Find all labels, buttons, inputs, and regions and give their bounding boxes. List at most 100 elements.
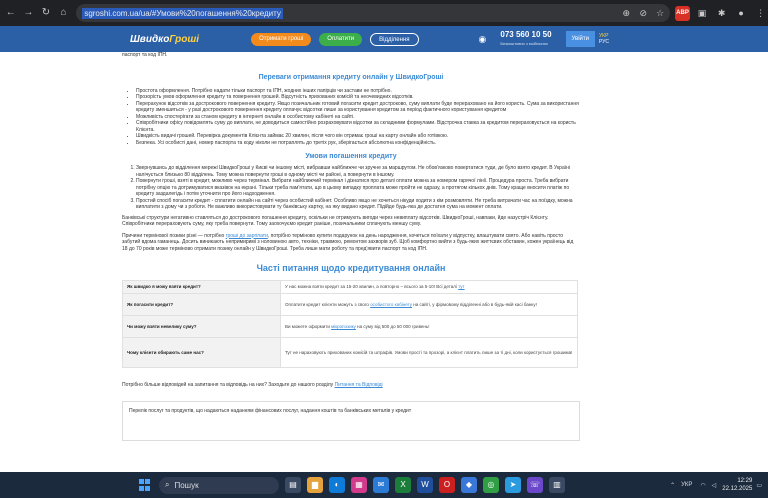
opera-icon[interactable]: O (439, 477, 455, 493)
faq-answer: Оплатити кредит клієнти можуть з свого о… (280, 293, 578, 316)
viber-icon[interactable]: ☏ (527, 477, 543, 493)
menu-icon[interactable]: ⋮ (753, 6, 768, 21)
faq-question: Як погасити кредит? (122, 293, 281, 316)
hotline-phone[interactable]: 073 560 10 50 Безкоштовно з мобільних (500, 30, 551, 48)
zoom-icon[interactable]: ⊕ (619, 6, 633, 20)
list-item: Простий спосіб погасити кредит - сплатит… (136, 198, 580, 211)
hide-icon[interactable]: ⊘ (636, 6, 650, 20)
forward-icon[interactable]: → (22, 6, 36, 20)
list-item: Звернувшись до відділення мережі ШвидкоГ… (136, 165, 580, 178)
advantages-heading: Переваги отримання кредиту онлайн у Швид… (258, 73, 444, 81)
login-button[interactable]: Увійти (565, 31, 595, 47)
chrome-icon[interactable]: ◎ (483, 477, 499, 493)
list-item: Перерахунок відсотків за дострокового по… (136, 101, 580, 114)
get-money-button[interactable]: Отримати гроші (251, 32, 312, 46)
clock[interactable]: 12:29 22.12.2025 (722, 477, 752, 493)
back-icon[interactable]: ← (4, 6, 18, 20)
services-text: Перелік послуг та продуктів, що надаютьс… (129, 407, 412, 414)
faq-answer-text: Оплатити кредит клієнти можуть з свого (285, 301, 371, 307)
table-row: Як погасити кредит? Оплатити кредит кліє… (122, 293, 578, 316)
faq-answer-text: У нас можна взяти кредит за 15-20 хвилин… (285, 284, 459, 289)
logo-text-1: Швидко (130, 33, 170, 45)
notes-icon[interactable]: ▥ (549, 477, 565, 493)
table-row: Чому клієнти обирають саме нас? Тут не н… (122, 337, 578, 368)
store-icon[interactable]: ▦ (351, 477, 367, 493)
faq-heading: Часті питання щодо кредитування онлайн (256, 263, 446, 273)
windows-start-icon[interactable] (139, 479, 151, 491)
reasons-text: Причини термінової позики різні — потріб… (122, 233, 580, 253)
bookmark-star-icon[interactable]: ☆ (653, 6, 667, 20)
phone-note: Безкоштовно з мобільних (500, 41, 548, 46)
faq-question: Чи можу взяти невелику суму? (122, 315, 281, 338)
reasons-text-start: Причини термінової позики різні — потріб… (122, 232, 226, 239)
taskbar-search[interactable]: ⌕ Пошук (159, 476, 279, 494)
home-icon[interactable]: ⌂ (57, 6, 71, 20)
taskbar: ⌕ Пошук ▤ ▆ ◐ ▦ ✉ X W O ◆ ◎ ➤ ☏ ▥ ⌃ УКР … (0, 472, 768, 498)
mail-icon[interactable]: ✉ (373, 477, 389, 493)
logo-text-2: Гроші (169, 33, 200, 45)
services-box: Перелік послуг та продуктів, що надаютьс… (122, 400, 580, 441)
early-repayment-text: Банківські структури негативно ставлятьс… (122, 214, 549, 228)
dropbox-icon[interactable]: ◆ (461, 477, 477, 493)
screen: ← → ↻ ⌂ sgroshi.com.ua/ua/#Умови%20погаш… (0, 0, 768, 498)
eye-icon[interactable]: ◉ (479, 34, 487, 45)
table-row: Як швидко я можу взяти кредит? У нас мож… (122, 280, 578, 294)
clock-time: 12:29 (737, 478, 753, 484)
faq-answer-text: на суму від 500 до 50 000 гривень! (355, 323, 430, 329)
puzzle-extensions-icon[interactable]: ✱ (714, 6, 729, 21)
faq-link[interactable]: тут (458, 284, 464, 289)
faq-answer: Тут не нараховують прихованих комісій та… (280, 337, 578, 368)
main-content: паспорт та код ІПН. Переваги отримання к… (122, 52, 580, 472)
browser-toolbar: ← → ↻ ⌂ sgroshi.com.ua/ua/#Умови%20погаш… (0, 0, 768, 26)
word-icon[interactable]: W (417, 477, 433, 493)
extension-icon[interactable]: ▣ (695, 6, 710, 21)
list-item: Співробітники офісу повідомлять суму до … (136, 120, 580, 133)
phone-number: 073 560 10 50 (500, 30, 552, 39)
profile-icon[interactable]: ● (734, 6, 749, 21)
excel-icon[interactable]: X (395, 477, 411, 493)
list-item: Повернути гроші, взяті в кредит, можливо… (136, 178, 580, 198)
volume-icon[interactable]: ◁ (712, 482, 717, 489)
input-language[interactable]: УКР (681, 482, 692, 488)
faq-answer: Ви можете оформити мікропозику на суму в… (280, 315, 578, 338)
advantages-list: Простота оформлення. Потрібно надати тіл… (122, 88, 580, 147)
faq-table: Як швидко я можу взяти кредит? У нас мож… (122, 280, 578, 368)
site-logo[interactable]: ШвидкоГроші (130, 34, 199, 45)
reload-icon[interactable]: ↻ (39, 6, 53, 20)
faq-more-text: Потрібно більше відповідей на запитання … (122, 382, 580, 389)
lang-ru[interactable]: РУС (599, 39, 609, 45)
terms-heading: Умови погашення кредиту (305, 153, 397, 160)
pay-button[interactable]: Оплатити (319, 32, 363, 46)
telegram-icon[interactable]: ➤ (505, 477, 521, 493)
system-tray: ⌃ УКР ◠ ◁ 12:29 22.12.2025 ▭ (670, 477, 762, 493)
url-text[interactable]: sgroshi.com.ua/ua/#Умови%20погашення%20к… (82, 7, 283, 19)
address-bar[interactable]: sgroshi.com.ua/ua/#Умови%20погашення%20к… (76, 4, 671, 22)
edge-icon[interactable]: ◐ (329, 477, 345, 493)
site-header: ШвидкоГроші Отримати гроші Оплатити Відд… (0, 26, 768, 52)
list-item: Безпека. Усі особисті дані, номер паспор… (136, 140, 580, 147)
notifications-icon[interactable]: ▭ (756, 482, 762, 489)
faq-section-link[interactable]: Питання та Відповіді (335, 382, 383, 388)
wifi-icon[interactable]: ◠ (700, 482, 705, 489)
faq-answer-text: Ви можете оформити (285, 323, 332, 329)
language-switcher: УКР РУС (599, 33, 609, 45)
tray-chevron-icon[interactable]: ⌃ (670, 482, 675, 489)
faq-question: Як швидко я можу взяти кредит? (122, 280, 281, 294)
intro-text: паспорт та код ІПН. (122, 52, 168, 58)
clock-date: 22.12.2025 (722, 486, 753, 492)
faq-question: Чому клієнти обирають саме нас? (122, 337, 281, 368)
search-icon: ⌕ (165, 480, 170, 489)
salary-loan-link[interactable]: гроші до зарплати (226, 233, 268, 239)
table-row: Чи можу взяти невелику суму? Ви можете о… (122, 315, 578, 338)
faq-answer-text: на сайті, у фірмовому відділенні або в б… (411, 301, 537, 307)
faq-link[interactable]: мікропозику (331, 324, 356, 329)
task-view-icon[interactable]: ▤ (285, 477, 301, 493)
file-explorer-icon[interactable]: ▆ (307, 477, 323, 493)
search-placeholder: Пошук (174, 480, 199, 490)
adblock-extension-icon[interactable]: ABP (675, 5, 690, 21)
terms-list: Звернувшись до відділення мережі ШвидкоГ… (122, 165, 580, 211)
branches-button[interactable]: Відділення (370, 32, 419, 46)
faq-more-text-start: Потрібно більше відповідей на запитання … (122, 382, 335, 388)
faq-link[interactable]: особистого кабінету (370, 302, 412, 307)
advantage-speed-text: Швидкість видачі грошей. Перевірка докум… (136, 133, 449, 139)
